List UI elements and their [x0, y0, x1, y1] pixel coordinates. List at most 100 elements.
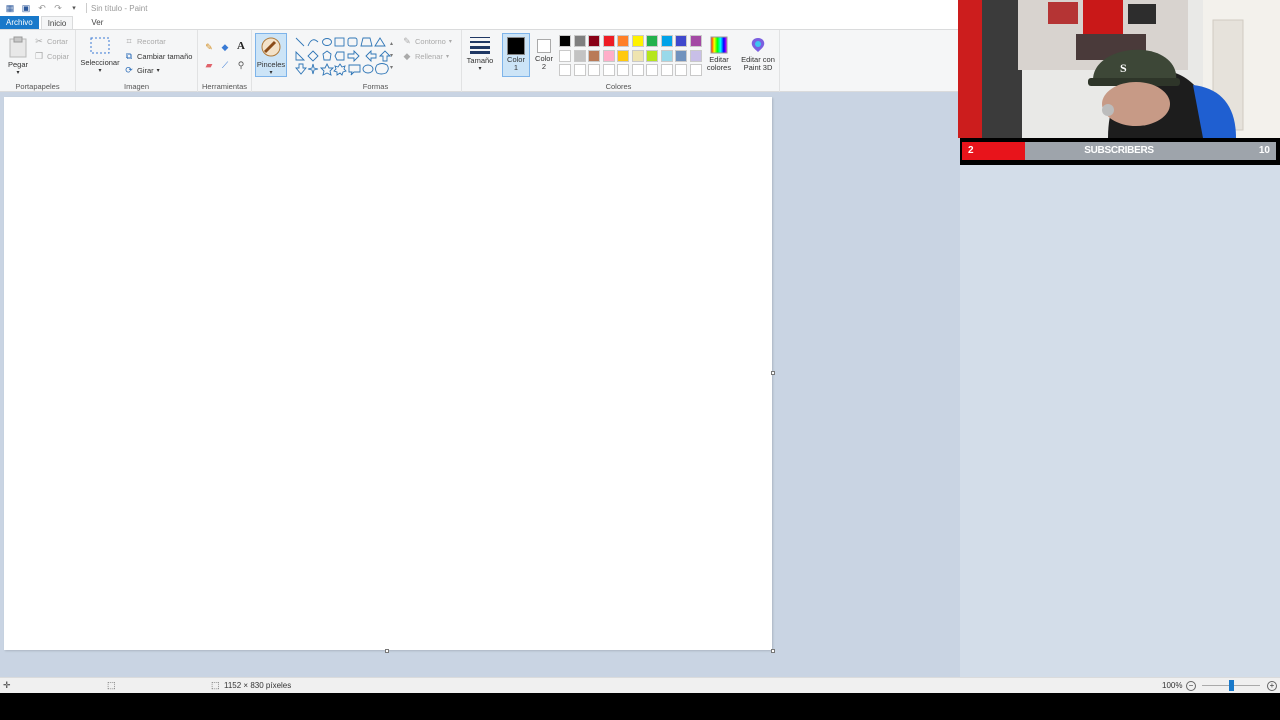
- canvas-resize-handle-bottom[interactable]: [385, 649, 389, 653]
- color-swatch[interactable]: [675, 64, 687, 76]
- color-swatch[interactable]: [660, 64, 673, 76]
- svg-text:S: S: [1120, 61, 1127, 75]
- scissors-icon: ✂: [35, 36, 43, 46]
- color-swatch[interactable]: [588, 49, 600, 62]
- chevron-down-icon: ▾: [478, 66, 482, 72]
- title-bar: ▦ ▣ ↶ ↷ ▾ Sin título - Paint: [0, 0, 960, 16]
- canvas-resize-handle-right[interactable]: [771, 371, 775, 375]
- zoom-slider[interactable]: [1202, 680, 1260, 691]
- color-swatch[interactable]: [602, 64, 615, 76]
- clipboard-icon: [9, 36, 27, 58]
- select-label: Seleccionar: [80, 58, 120, 67]
- tab-inicio[interactable]: Inicio: [40, 16, 74, 29]
- screen-bottom-band: [0, 693, 1280, 720]
- fill-icon: ◆: [403, 51, 411, 61]
- text-icon[interactable]: A: [236, 41, 246, 52]
- color-swatch[interactable]: [559, 49, 571, 62]
- subscriber-goal-bar: 2 SUBSCRIBERS 10: [962, 142, 1276, 160]
- zoom-level: 100%: [1162, 681, 1183, 690]
- crop-button[interactable]: ⌗ Recortar: [124, 36, 165, 46]
- color-swatch[interactable]: [660, 35, 673, 47]
- resize-button[interactable]: ⧉ Cambiar tamaño: [124, 51, 193, 61]
- color-swatch[interactable]: [573, 35, 586, 47]
- size-button[interactable]: Tamaño ▾: [464, 36, 496, 72]
- color-swatch[interactable]: [631, 49, 644, 62]
- color-swatch[interactable]: [689, 49, 702, 62]
- color-swatch[interactable]: [631, 35, 644, 47]
- color-swatch[interactable]: [573, 64, 586, 76]
- color-swatch[interactable]: [646, 49, 658, 62]
- canvas-resize-handle-corner[interactable]: [771, 649, 775, 653]
- window-title: Sin título - Paint: [91, 3, 148, 13]
- color2-button[interactable]: Color 2: [531, 33, 557, 77]
- tab-archivo[interactable]: Archivo: [0, 16, 39, 29]
- cut-button[interactable]: ✂ Cortar: [34, 36, 68, 46]
- zoom-out-button[interactable]: −: [1186, 680, 1196, 691]
- color-swatch[interactable]: [617, 35, 629, 47]
- color-swatch[interactable]: [617, 64, 629, 76]
- group-label-image: Imagen: [123, 82, 150, 91]
- subscribers-label: SUBSCRIBERS: [1084, 145, 1154, 156]
- brushes-button[interactable]: Pinceles ▾: [255, 33, 287, 77]
- color-swatch[interactable]: [588, 35, 600, 47]
- canvas-size-icon: ⬚: [211, 680, 220, 690]
- color-swatch[interactable]: [689, 35, 702, 47]
- group-label-tools: Herramientas: [201, 82, 247, 91]
- paint-app-icon[interactable]: ▦: [4, 2, 16, 14]
- color-swatch[interactable]: [660, 49, 673, 62]
- color-swatch[interactable]: [646, 64, 658, 76]
- color-swatch[interactable]: [559, 64, 571, 76]
- group-label-shapes: Formas: [362, 82, 389, 91]
- color-swatch[interactable]: [617, 49, 629, 62]
- zoom-in-button[interactable]: +: [1267, 680, 1277, 691]
- save-icon[interactable]: ▣: [20, 2, 32, 14]
- shapes-scroll[interactable]: ▴ ▾ ▾: [390, 38, 393, 74]
- redo-icon[interactable]: ↷: [52, 2, 64, 14]
- shapes-gallery[interactable]: [294, 36, 398, 78]
- cut-label: Cortar: [47, 36, 68, 46]
- select-button[interactable]: Seleccionar ▾: [80, 36, 120, 74]
- chevron-down-icon: ▾: [448, 38, 452, 45]
- copy-label: Copiar: [47, 51, 70, 61]
- group-label-colors: Colores: [605, 82, 632, 91]
- color-swatch[interactable]: [675, 49, 687, 62]
- magnifier-icon[interactable]: ⚲: [236, 60, 246, 70]
- fill-button[interactable]: ◆ Rellenar ▾: [402, 51, 449, 61]
- group-clipboard: Pegar ▾ ✂ Cortar ❐ Copiar Portapapeles: [0, 30, 76, 92]
- color-swatch[interactable]: [559, 35, 571, 47]
- paint3d-button[interactable]: Editar con Paint 3D: [738, 36, 778, 72]
- color-palette: [559, 35, 709, 80]
- chevron-down-icon: ▾: [445, 53, 449, 60]
- chevron-down-icon: ▾: [16, 70, 20, 76]
- chevron-down-icon: ▾: [269, 70, 273, 76]
- tab-ver[interactable]: Ver: [85, 16, 109, 29]
- color2-swatch: [537, 39, 551, 53]
- color-swatch[interactable]: [675, 35, 687, 47]
- color1-button[interactable]: Color 1: [502, 33, 530, 77]
- outline-button[interactable]: ✎ Contorno ▾: [402, 36, 452, 46]
- drawing-canvas[interactable]: [4, 97, 772, 650]
- crop-icon: ⌗: [126, 36, 132, 46]
- brushes-label: Pinceles: [256, 60, 286, 69]
- color-spectrum-icon: [710, 36, 728, 54]
- color-swatch[interactable]: [602, 35, 615, 47]
- pencil-icon[interactable]: ✎: [204, 42, 214, 52]
- paste-button[interactable]: Pegar ▾: [4, 36, 32, 76]
- color-picker-icon[interactable]: ⟋: [220, 60, 230, 70]
- zoom-slider-thumb[interactable]: [1229, 680, 1234, 691]
- eraser-icon[interactable]: ▰: [204, 60, 214, 70]
- color-swatch[interactable]: [646, 35, 658, 47]
- color-swatch[interactable]: [689, 64, 702, 76]
- fill-bucket-icon[interactable]: ◆: [220, 42, 230, 52]
- customize-quick-access-icon[interactable]: ▾: [68, 2, 80, 14]
- group-tools: ✎ ◆ A ▰ ⟋ ⚲ Herramientas: [198, 30, 252, 92]
- rotate-button[interactable]: ⟳ Girar ▾: [124, 65, 159, 75]
- color-swatch[interactable]: [602, 49, 615, 62]
- color-swatch[interactable]: [573, 49, 586, 62]
- edit-colors-label: Editar colores: [706, 55, 732, 72]
- edit-colors-button[interactable]: Editar colores: [702, 36, 736, 72]
- color-swatch[interactable]: [588, 64, 600, 76]
- undo-icon[interactable]: ↶: [36, 2, 48, 14]
- copy-button[interactable]: ❐ Copiar: [34, 51, 69, 61]
- color-swatch[interactable]: [631, 64, 644, 76]
